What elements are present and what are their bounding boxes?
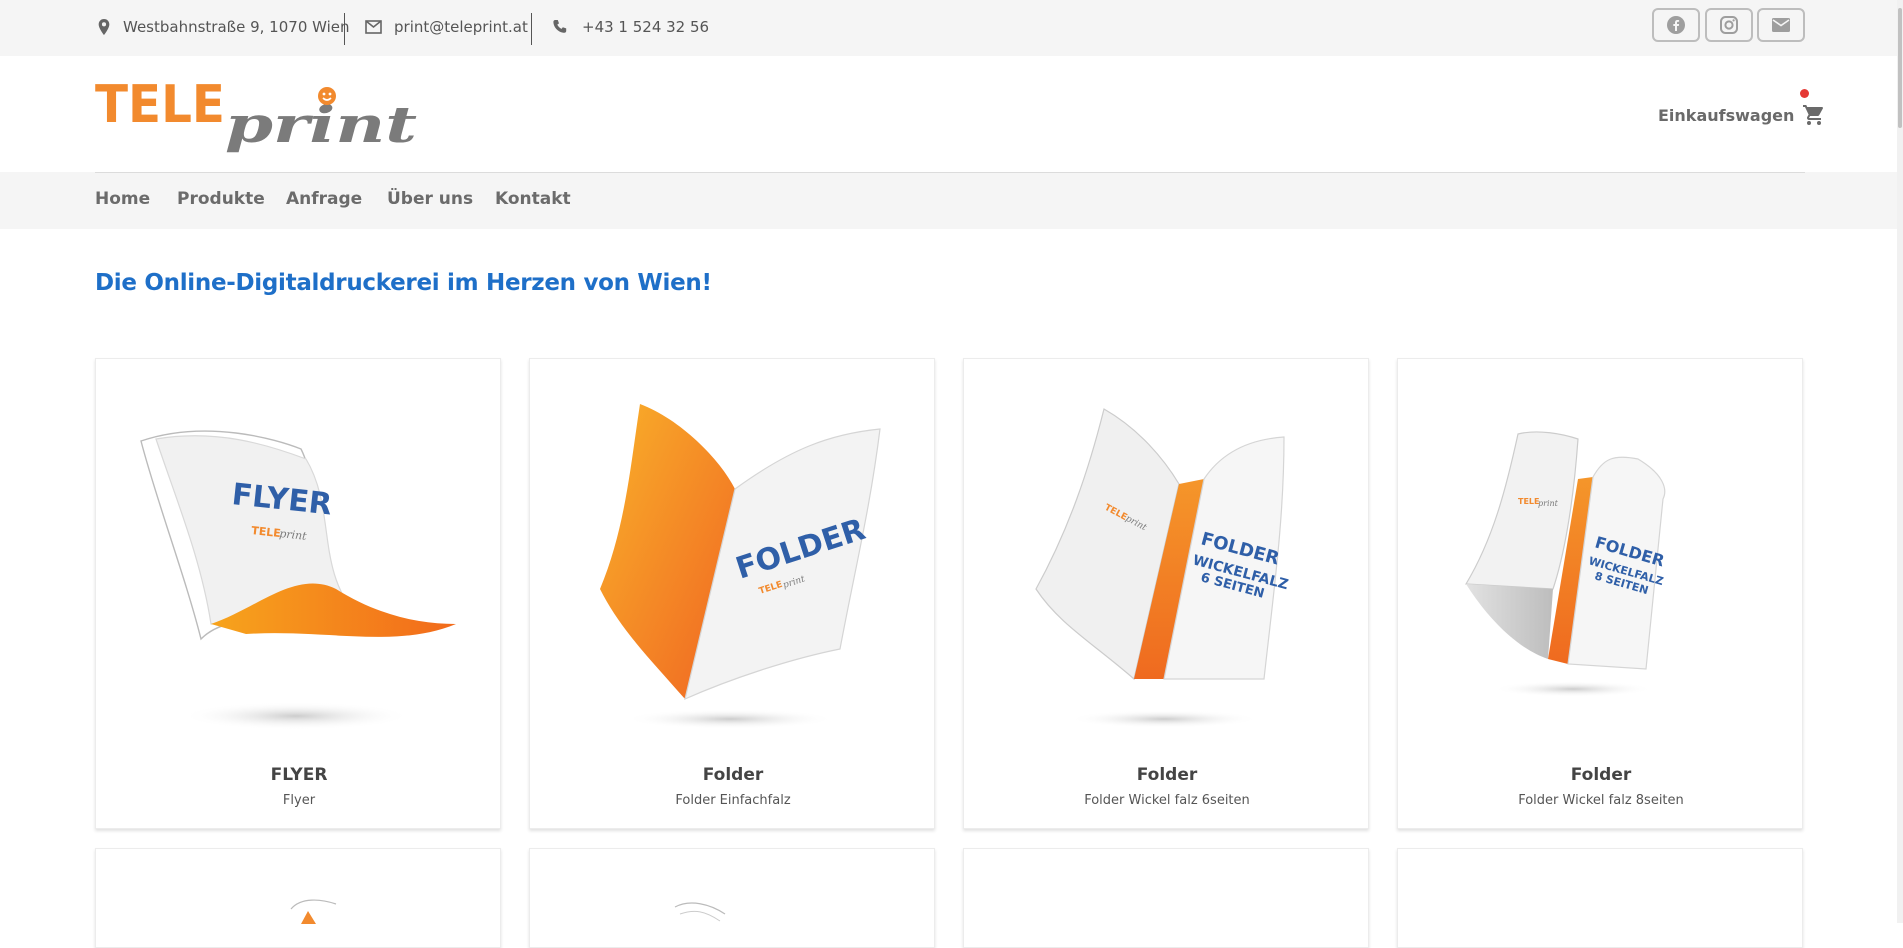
product-title: Folder xyxy=(1136,765,1198,785)
logo-smiley-icon xyxy=(318,87,336,105)
page-title: Die Online-Digitaldruckerei im Herzen vo… xyxy=(95,270,712,296)
nav-item-kontakt[interactable]: Kontakt xyxy=(495,189,571,209)
nav-item-anfrage[interactable]: Anfrage xyxy=(286,189,362,209)
mail-icon xyxy=(1772,18,1790,32)
product-subtitle: Flyer xyxy=(282,793,316,808)
product-card-flyer[interactable]: FLYER TELE print FLYER Flyer xyxy=(95,358,501,829)
envelope-icon xyxy=(365,20,382,34)
cart-button[interactable]: Einkaufswagen xyxy=(1658,103,1826,127)
folder-wickelfalz-8-illustration: FOLDER WICKELFALZ 8 SEITEN TELE print xyxy=(1464,431,1667,697)
cart-notification-badge xyxy=(1800,89,1809,98)
site-header: TELE print Einkaufswagen xyxy=(0,56,1903,172)
main-nav: Home Produkte Anfrage Über uns Kontakt xyxy=(0,172,1903,229)
instagram-button[interactable] xyxy=(1705,8,1753,42)
product-title: Folder xyxy=(702,765,764,785)
phone-link[interactable]: +43 1 524 32 56 xyxy=(552,18,709,36)
address-text: Westbahnstraße 9, 1070 Wien xyxy=(123,18,350,36)
phone-icon xyxy=(553,20,567,33)
phone-text: +43 1 524 32 56 xyxy=(582,18,710,36)
product-title: Folder xyxy=(1570,765,1632,785)
logo-text-print: print xyxy=(225,95,417,154)
product-card-folder-wickelfalz-6[interactable]: FOLDER WICKELFALZ 6 SEITEN TELE print Fo… xyxy=(963,358,1369,829)
product-card[interactable] xyxy=(95,848,501,948)
product-card[interactable] xyxy=(1397,848,1803,948)
nav-top-border xyxy=(95,172,1805,173)
cart-label: Einkaufswagen xyxy=(1658,105,1795,125)
product-title: FLYER xyxy=(270,765,328,785)
product-card-folder-einfachfalz[interactable]: FOLDER TELE print Folder Folder Einfachf… xyxy=(529,358,935,829)
product-subtitle: Folder Einfachfalz xyxy=(675,793,791,808)
nav-item-ueber-uns[interactable]: Über uns xyxy=(387,189,473,209)
product-card-folder-wickelfalz-8[interactable]: FOLDER WICKELFALZ 8 SEITEN TELE print Fo… xyxy=(1397,358,1803,829)
shopping-cart-icon xyxy=(1803,105,1824,125)
instagram-icon xyxy=(1720,16,1738,34)
scrollbar-thumb[interactable] xyxy=(1898,8,1902,128)
mail-button[interactable] xyxy=(1757,8,1805,42)
product-illustration xyxy=(674,902,726,922)
logo-text-tele: TELE xyxy=(95,75,225,135)
teleprint-logo[interactable]: TELE print xyxy=(95,74,425,154)
divider xyxy=(531,13,532,45)
page-scrollbar[interactable] xyxy=(1897,0,1903,923)
address: Westbahnstraße 9, 1070 Wien xyxy=(97,18,350,36)
folder-wickelfalz-6-illustration: FOLDER WICKELFALZ 6 SEITEN TELE print xyxy=(1035,408,1290,728)
folder-einfachfalz-illustration: FOLDER TELE print xyxy=(600,404,881,729)
product-card[interactable] xyxy=(963,848,1369,948)
facebook-button[interactable] xyxy=(1652,8,1700,42)
email-link[interactable]: print@teleprint.at xyxy=(365,18,528,36)
nav-item-produkte[interactable]: Produkte xyxy=(177,189,265,209)
product-subtitle: Folder Wickel falz 8seiten xyxy=(1518,793,1684,808)
flyer-illustration: FLYER TELE print xyxy=(140,430,456,730)
product-card[interactable] xyxy=(529,848,935,948)
email-text: print@teleprint.at xyxy=(394,18,528,36)
art-logo-tele: TELE xyxy=(1518,497,1539,506)
facebook-icon xyxy=(1667,16,1685,34)
nav-item-home[interactable]: Home xyxy=(95,189,150,209)
location-pin-icon xyxy=(98,19,110,35)
product-subtitle: Folder Wickel falz 6seiten xyxy=(1084,793,1250,808)
divider xyxy=(344,13,345,45)
art-logo-print: print xyxy=(1538,499,1559,508)
top-bar: Westbahnstraße 9, 1070 Wien print@telepr… xyxy=(0,0,1903,56)
product-illustration xyxy=(290,899,337,924)
